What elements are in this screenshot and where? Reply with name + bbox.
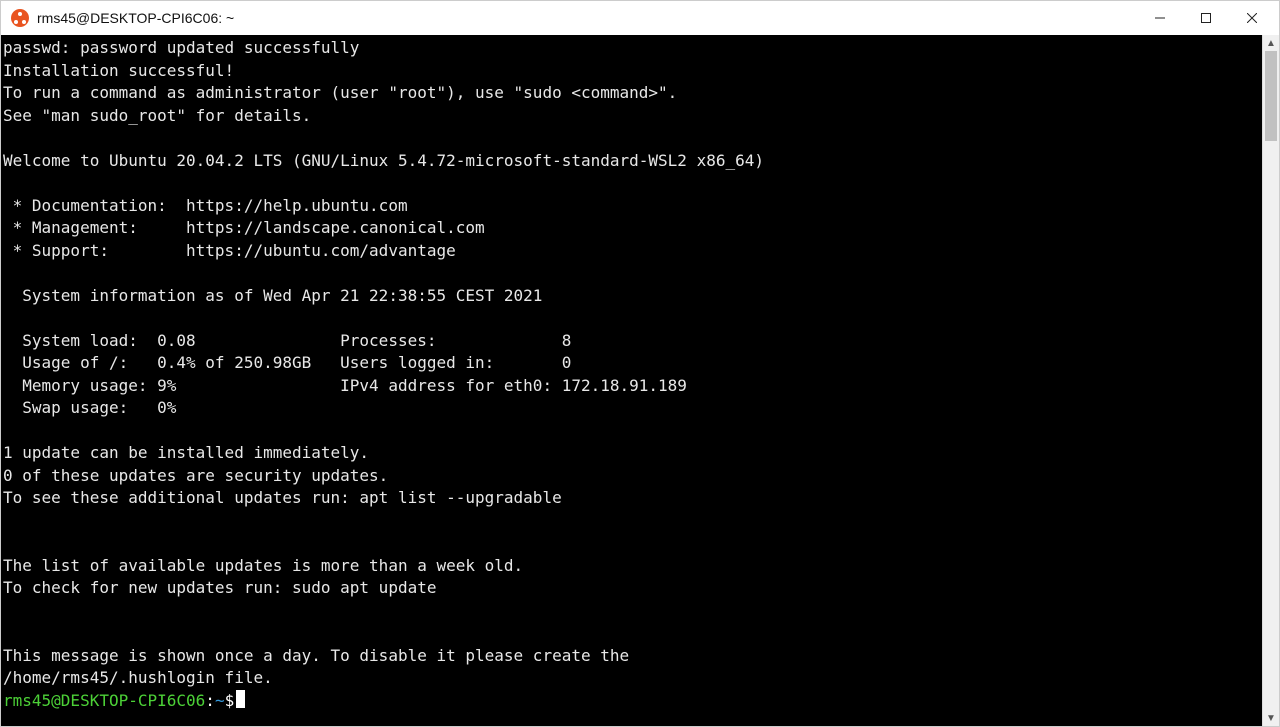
terminal-line: System load: 0.08 Processes: 8 — [3, 330, 1260, 353]
terminal-line: See "man sudo_root" for details. — [3, 105, 1260, 128]
vertical-scrollbar[interactable]: ▲ ▼ — [1262, 35, 1279, 726]
prompt-symbol: $ — [225, 691, 235, 710]
ubuntu-icon — [11, 9, 29, 27]
terminal-line — [3, 510, 1260, 533]
close-icon — [1247, 13, 1257, 23]
terminal-line: 1 update can be installed immediately. — [3, 442, 1260, 465]
maximize-icon — [1201, 13, 1211, 23]
terminal-line: /home/rms45/.hushlogin file. — [3, 667, 1260, 690]
prompt-path: ~ — [215, 691, 225, 710]
terminal-line: To check for new updates run: sudo apt u… — [3, 577, 1260, 600]
prompt-separator: : — [205, 691, 215, 710]
terminal-line: * Support: https://ubuntu.com/advantage — [3, 240, 1260, 263]
maximize-button[interactable] — [1183, 1, 1229, 35]
terminal-line: The list of available updates is more th… — [3, 555, 1260, 578]
terminal-line — [3, 307, 1260, 330]
cursor — [236, 690, 245, 708]
prompt-user-host: rms45@DESKTOP-CPI6C06 — [3, 691, 205, 710]
terminal-line: Swap usage: 0% — [3, 397, 1260, 420]
terminal-line: * Documentation: https://help.ubuntu.com — [3, 195, 1260, 218]
terminal-line: Welcome to Ubuntu 20.04.2 LTS (GNU/Linux… — [3, 150, 1260, 173]
scrollbar-thumb[interactable] — [1265, 51, 1277, 141]
client-area: passwd: password updated successfullyIns… — [1, 35, 1279, 726]
window-title: rms45@DESKTOP-CPI6C06: ~ — [37, 10, 234, 26]
terminal-line — [3, 600, 1260, 623]
terminal-output[interactable]: passwd: password updated successfullyIns… — [1, 35, 1262, 726]
terminal-line: Memory usage: 9% IPv4 address for eth0: … — [3, 375, 1260, 398]
terminal-line: 0 of these updates are security updates. — [3, 465, 1260, 488]
terminal-line — [3, 622, 1260, 645]
terminal-line — [3, 420, 1260, 443]
terminal-window: rms45@DESKTOP-CPI6C06: ~ passwd: passwor… — [0, 0, 1280, 727]
minimize-button[interactable] — [1137, 1, 1183, 35]
terminal-line — [3, 127, 1260, 150]
terminal-line: System information as of Wed Apr 21 22:3… — [3, 285, 1260, 308]
titlebar[interactable]: rms45@DESKTOP-CPI6C06: ~ — [1, 1, 1279, 35]
terminal-line — [3, 262, 1260, 285]
terminal-line: * Management: https://landscape.canonica… — [3, 217, 1260, 240]
terminal-line — [3, 532, 1260, 555]
terminal-line: To run a command as administrator (user … — [3, 82, 1260, 105]
terminal-line: To see these additional updates run: apt… — [3, 487, 1260, 510]
terminal-line: passwd: password updated successfully — [3, 37, 1260, 60]
terminal-line — [3, 172, 1260, 195]
terminal-line: Installation successful! — [3, 60, 1260, 83]
titlebar-left: rms45@DESKTOP-CPI6C06: ~ — [5, 9, 234, 27]
minimize-icon — [1155, 13, 1165, 23]
scroll-up-arrow-icon[interactable]: ▲ — [1263, 35, 1279, 51]
scroll-down-arrow-icon[interactable]: ▼ — [1263, 710, 1279, 726]
prompt-line[interactable]: rms45@DESKTOP-CPI6C06:~$ — [3, 690, 1260, 713]
terminal-line: Usage of /: 0.4% of 250.98GB Users logge… — [3, 352, 1260, 375]
close-button[interactable] — [1229, 1, 1275, 35]
terminal-line: This message is shown once a day. To dis… — [3, 645, 1260, 668]
